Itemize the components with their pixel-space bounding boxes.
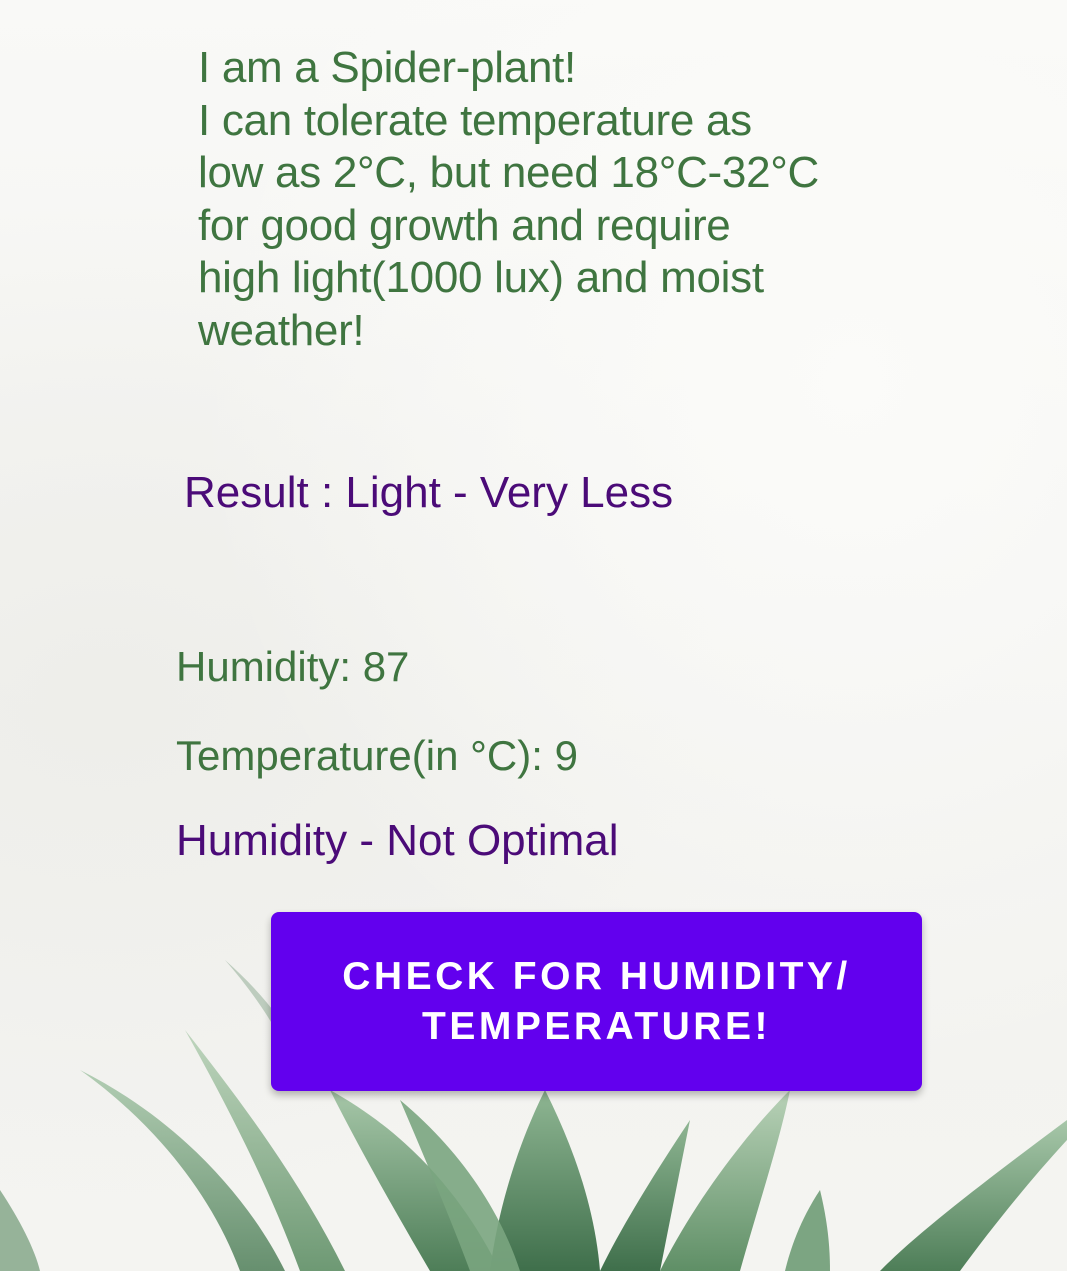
plant-description-line: weather! xyxy=(198,305,365,355)
plant-description: I am a Spider-plant! I can tolerate temp… xyxy=(198,42,838,357)
light-result-text: Result : Light - Very Less xyxy=(184,468,674,517)
humidity-reading: Humidity: 87 xyxy=(176,643,410,690)
temperature-reading: Temperature(in °C): 9 xyxy=(176,732,578,779)
plant-description-line: for good growth and require xyxy=(198,200,731,250)
plant-description-line: low as 2°C, but need 18°C-32°C xyxy=(198,148,820,197)
check-button-label-line2: TEMPERATURE! xyxy=(422,1004,771,1048)
humidity-status-text: Humidity - Not Optimal xyxy=(176,816,619,865)
plant-description-line: I am a Spider-plant! xyxy=(198,43,576,92)
plant-description-line: high light(1000 lux) and moist xyxy=(198,253,764,302)
check-humidity-temperature-button[interactable]: CHECK FOR HUMIDITY/ TEMPERATURE! xyxy=(271,912,922,1091)
plant-description-line: I can tolerate temperature as xyxy=(198,95,752,145)
check-button-label-line1: CHECK FOR HUMIDITY/ xyxy=(342,954,851,998)
